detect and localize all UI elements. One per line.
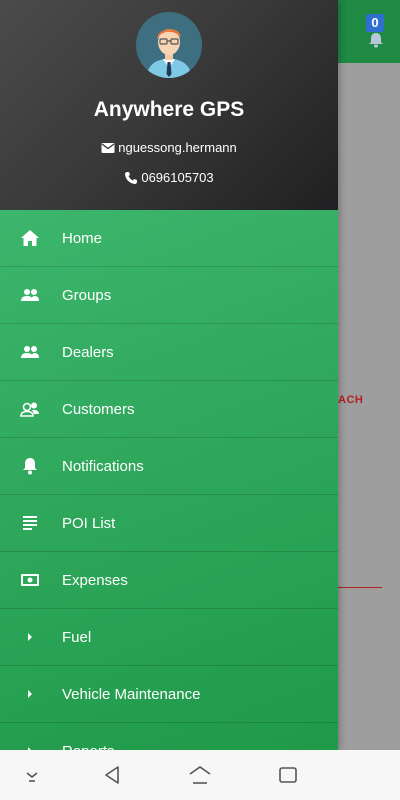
- menu-item-home[interactable]: Home: [0, 210, 338, 267]
- recent-apps-icon[interactable]: [276, 763, 300, 787]
- menu-item-label: POI List: [62, 515, 116, 532]
- list-icon: [23, 516, 37, 530]
- phone-row: 0696105703: [0, 169, 338, 185]
- home-icon: [21, 230, 39, 246]
- menu-item-groups[interactable]: Groups: [0, 267, 338, 324]
- chevron-right-icon: [28, 690, 32, 698]
- menu-item-label: Notifications: [62, 458, 144, 475]
- menu-item-label: Dealers: [62, 344, 114, 361]
- menu-item-dealers[interactable]: Dealers: [0, 324, 338, 381]
- menu-item-customers[interactable]: Customers: [0, 381, 338, 438]
- background-divider: [338, 587, 382, 588]
- back-icon[interactable]: [100, 763, 124, 787]
- menu-item-label: Fuel: [62, 629, 92, 646]
- chevron-right-icon: [28, 633, 32, 641]
- chevron-right-icon: [28, 747, 31, 750]
- bell-icon: [369, 33, 383, 48]
- navigation-drawer: Anywhere GPS nguessong.hermann 069610570…: [0, 0, 338, 750]
- drawer-menu: Home Groups Dealers Customers Notificati…: [0, 210, 338, 750]
- email-icon: [101, 142, 115, 153]
- home-nav-icon[interactable]: [188, 763, 212, 787]
- phone-text: 0696105703: [141, 170, 214, 186]
- menu-item-expenses[interactable]: Expenses: [0, 552, 338, 609]
- email-text: nguessong.hermann: [118, 140, 237, 156]
- user-avatar-icon: [136, 12, 202, 78]
- email-row: nguessong.hermann: [0, 139, 338, 155]
- avatar[interactable]: [136, 12, 202, 78]
- menu-item-label: Home: [62, 230, 103, 247]
- notification-count-badge: 0: [366, 14, 384, 32]
- hide-keyboard-icon[interactable]: [20, 763, 44, 787]
- drawer-header: Anywhere GPS nguessong.hermann 069610570…: [0, 0, 338, 210]
- system-navigation-bar: [0, 750, 400, 800]
- menu-item-notifications[interactable]: Notifications: [0, 438, 338, 495]
- people-icon: [21, 289, 39, 301]
- bell-icon: [23, 458, 37, 475]
- menu-item-label: Groups: [62, 287, 112, 304]
- people-icon: [21, 346, 39, 358]
- menu-item-vehicle-maintenance[interactable]: Vehicle Maintenance: [0, 666, 338, 723]
- supervisor-icon: [20, 402, 39, 417]
- menu-item-poi-list[interactable]: POI List: [0, 495, 338, 552]
- phone-icon: [125, 171, 138, 184]
- money-icon: [21, 574, 39, 586]
- notification-button[interactable]: 0: [362, 12, 390, 50]
- background-partial-text: ACH: [338, 394, 364, 406]
- menu-item-label: Vehicle Maintenance: [62, 686, 201, 703]
- menu-item-label: Customers: [62, 401, 135, 418]
- menu-item-label: Reports: [62, 723, 115, 750]
- menu-item-reports[interactable]: Reports: [0, 723, 338, 750]
- menu-item-label: Expenses: [62, 572, 128, 589]
- menu-item-fuel[interactable]: Fuel: [0, 609, 338, 666]
- app-name: Anywhere GPS: [93, 98, 245, 121]
